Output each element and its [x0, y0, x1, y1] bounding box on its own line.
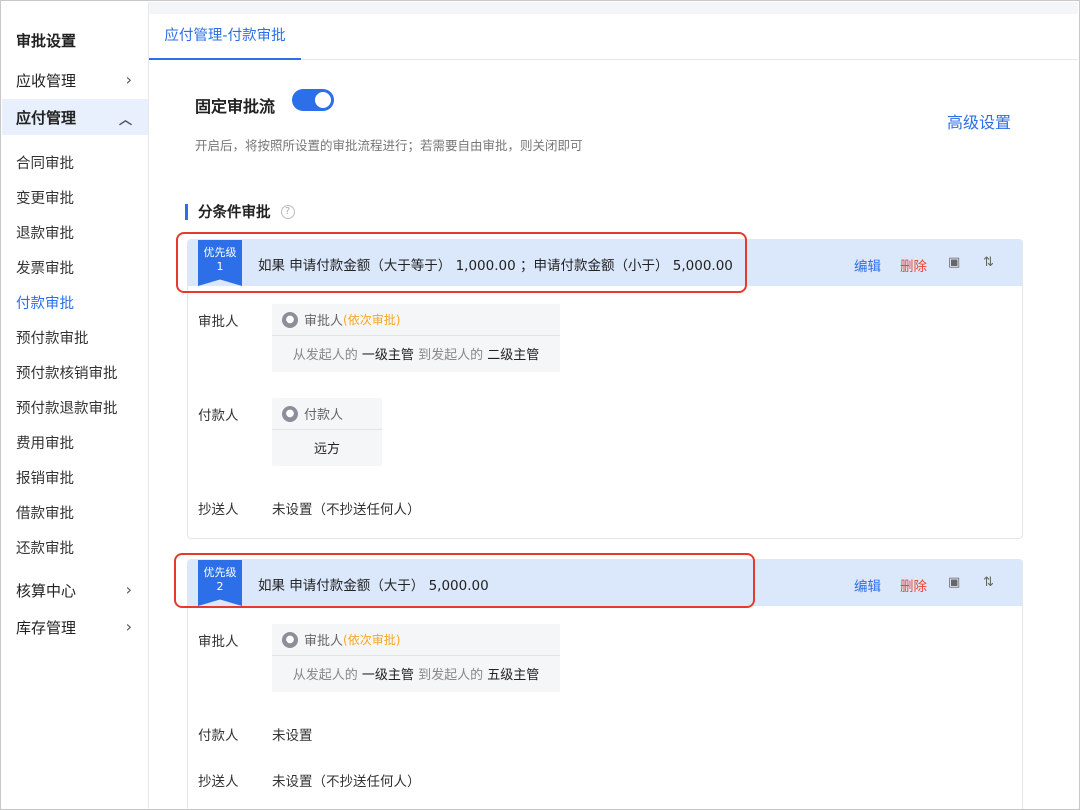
edit-button[interactable]: 编辑	[854, 255, 881, 275]
cc-label: 抄送人	[198, 502, 239, 518]
approver-box[interactable]: ● 审批人 (依次审批) 从发起人的 一级主管 到发起人的 五级主管	[272, 624, 560, 692]
delete-button[interactable]: 删除	[900, 255, 927, 275]
approver-to: 二级主管	[487, 348, 540, 363]
user-icon: ●	[282, 311, 298, 328]
sidebar-item-prepayment-approval[interactable]: 预付款审批	[16, 327, 89, 348]
sidebar-group-label: 应收管理	[16, 71, 77, 90]
approver-range: 从发起人的 一级主管 到发起人的 五级主管	[272, 664, 560, 683]
copy-icon[interactable]: ▣	[948, 575, 960, 590]
sidebar-item-reimbursement-approval[interactable]: 报销审批	[16, 467, 74, 488]
approver-to: 五级主管	[487, 668, 540, 683]
sidebar-item-repayment-approval[interactable]: 还款审批	[16, 537, 74, 558]
rule-header: 优先级 2 如果 申请付款金额（大于） 5,000.00 编辑 删除 ▣ ⇅	[188, 560, 1022, 606]
sidebar: 审批设置 应收管理 › 应付管理 ︿ 合同审批 变更审批 退款审批 发票审批 付…	[2, 2, 149, 809]
sort-icon[interactable]: ⇅	[983, 575, 994, 590]
section-accent-bar	[185, 203, 188, 220]
section-header: 分条件审批 ?	[185, 201, 295, 222]
copy-icon[interactable]: ▣	[948, 255, 960, 270]
priority-number: 1	[216, 260, 224, 273]
payer-box[interactable]: ● 付款人 远方	[272, 398, 382, 466]
question-icon[interactable]: ?	[280, 204, 295, 219]
sidebar-title: 审批设置	[16, 32, 77, 50]
sidebar-group-receivable[interactable]: 应收管理 ›	[2, 62, 148, 98]
sidebar-item-loan-approval[interactable]: 借款审批	[16, 502, 74, 523]
sidebar-item-payment-approval[interactable]: 付款审批	[16, 292, 74, 313]
payer-label: 付款人	[198, 728, 239, 744]
sidebar-item-expense-approval[interactable]: 费用审批	[16, 432, 74, 453]
delete-button[interactable]: 删除	[900, 575, 927, 595]
approver-range-text: 到发起人的	[418, 668, 484, 683]
approver-box-header: ● 审批人 (依次审批)	[272, 624, 560, 656]
sidebar-group-payable[interactable]: 应付管理 ︿	[2, 99, 148, 135]
approver-from: 一级主管	[361, 668, 414, 683]
priority-number: 2	[216, 580, 224, 593]
sidebar-group-label: 核算中心	[16, 581, 77, 600]
rule-condition: 如果 申请付款金额（大于） 5,000.00	[258, 578, 489, 594]
approver-range-text: 从发起人的	[292, 348, 358, 363]
approver-box-title: 审批人	[304, 634, 344, 649]
rule-card-2: 优先级 2 如果 申请付款金额（大于） 5,000.00 编辑 删除 ▣ ⇅ 审…	[187, 559, 1023, 809]
priority-ribbon: 优先级 1	[198, 240, 242, 286]
sidebar-group-inventory[interactable]: 库存管理 ›	[2, 609, 148, 645]
chevron-right-icon: ›	[125, 70, 132, 89]
sidebar-item-refund-approval[interactable]: 退款审批	[16, 222, 74, 243]
chevron-right-icon: ›	[125, 617, 132, 636]
rule-header: 优先级 1 如果 申请付款金额（大于等于） 1,000.00 ；申请付款金额（小…	[188, 240, 1022, 286]
chevron-up-icon: ︿	[118, 113, 132, 128]
sort-icon[interactable]: ⇅	[983, 255, 994, 270]
payer-box-header: ● 付款人	[272, 398, 382, 430]
fixed-flow-hint: 开启后，将按照所设置的审批流程进行；若需要自由审批，则关闭即可	[195, 138, 583, 153]
approver-range-text: 到发起人的	[418, 348, 484, 363]
sidebar-group-label: 应付管理	[16, 108, 77, 127]
user-icon: ●	[282, 631, 298, 648]
sidebar-item-prepayment-writeoff-approval[interactable]: 预付款核销审批	[16, 362, 118, 383]
approver-range-text: 从发起人的	[292, 668, 358, 683]
payer-label: 付款人	[198, 408, 239, 424]
rule-condition: 如果 申请付款金额（大于等于） 1,000.00 ；申请付款金额（小于） 5,0…	[258, 258, 733, 274]
toggle-knob	[315, 92, 331, 108]
approver-mode: (依次审批)	[343, 313, 401, 327]
sidebar-item-change-approval[interactable]: 变更审批	[16, 187, 74, 208]
group-icon: ●	[282, 405, 298, 422]
payer-value: 未设置	[272, 728, 313, 744]
chevron-right-icon: ›	[125, 580, 132, 599]
edit-button[interactable]: 编辑	[854, 575, 881, 595]
section-title: 分条件审批	[198, 205, 271, 221]
cc-value: 未设置（不抄送任何人）	[272, 774, 421, 790]
approver-label: 审批人	[198, 314, 239, 330]
sidebar-item-contract-approval[interactable]: 合同审批	[16, 152, 74, 173]
fixed-flow-title: 固定审批流	[195, 97, 276, 116]
approver-mode: (依次审批)	[343, 633, 401, 647]
priority-label: 优先级	[203, 566, 237, 579]
sidebar-item-prepayment-refund-approval[interactable]: 预付款退款审批	[16, 397, 118, 418]
approver-label: 审批人	[198, 634, 239, 650]
approver-range: 从发起人的 一级主管 到发起人的 二级主管	[272, 344, 560, 363]
priority-ribbon: 优先级 2	[198, 560, 242, 606]
cc-label: 抄送人	[198, 774, 239, 790]
approver-box-title: 审批人	[304, 314, 344, 329]
approver-box[interactable]: ● 审批人 (依次审批) 从发起人的 一级主管 到发起人的 二级主管	[272, 304, 560, 372]
cc-value: 未设置（不抄送任何人）	[272, 502, 421, 518]
sidebar-group-accounting[interactable]: 核算中心 ›	[2, 572, 148, 608]
app-window: 审批设置 应收管理 › 应付管理 ︿ 合同审批 变更审批 退款审批 发票审批 付…	[0, 0, 1080, 810]
tab-bar: 应付管理-付款审批	[149, 2, 1078, 60]
payer-box-title: 付款人	[304, 408, 344, 423]
approver-box-header: ● 审批人 (依次审批)	[272, 304, 560, 336]
sidebar-item-invoice-approval[interactable]: 发票审批	[16, 257, 74, 278]
advanced-settings-link[interactable]: 高级设置	[947, 109, 1011, 133]
tab-payable-payment-approval[interactable]: 应付管理-付款审批	[149, 16, 301, 60]
payer-value: 远方	[313, 442, 340, 457]
priority-label: 优先级	[203, 246, 237, 259]
sidebar-group-label: 库存管理	[16, 618, 77, 637]
main-content: 固定审批流 高级设置 开启后，将按照所设置的审批流程进行；若需要自由审批，则关闭…	[149, 61, 1078, 809]
approver-from: 一级主管	[361, 348, 414, 363]
rule-card-1: 优先级 1 如果 申请付款金额（大于等于） 1,000.00 ；申请付款金额（小…	[187, 239, 1023, 539]
fixed-flow-toggle[interactable]	[292, 89, 334, 111]
